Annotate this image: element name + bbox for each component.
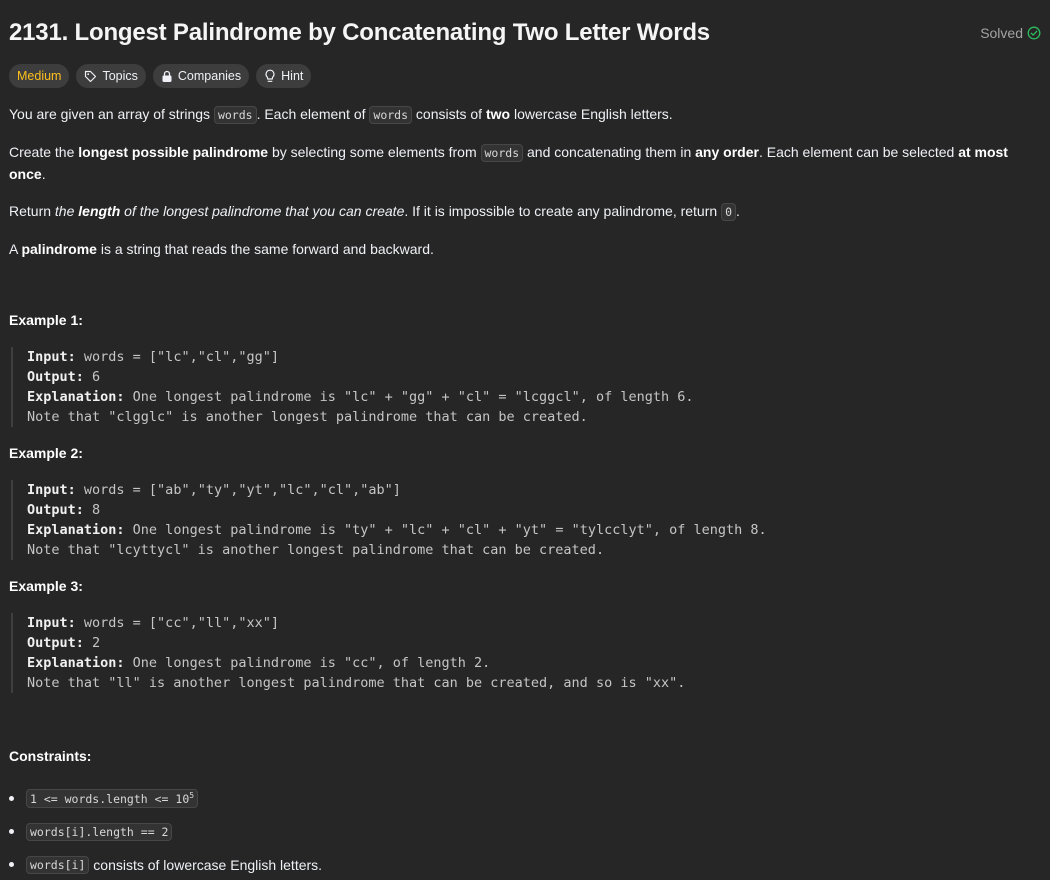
hint-button[interactable]: Hint <box>256 64 312 88</box>
difficulty-tag: Medium <box>9 64 70 88</box>
title-row: 2131. Longest Palindrome by Concatenatin… <box>9 16 1041 50</box>
problem-statement: You are given an array of strings words.… <box>9 104 1041 276</box>
bullet <box>9 829 14 834</box>
inline-code: words <box>480 144 524 162</box>
topics-button[interactable]: Topics <box>76 64 146 88</box>
check-circle-icon <box>1027 26 1041 40</box>
description-paragraph: You are given an array of strings words.… <box>9 106 673 124</box>
constraint-item: words[i] consists of lowercase English l… <box>9 848 322 880</box>
example-title: Example 3: <box>9 578 83 594</box>
tag-row: Medium Topics Companies Hint <box>9 64 312 88</box>
constraint-item: words[i].length == 2 <box>9 815 322 848</box>
example-title: Example 2: <box>9 445 83 461</box>
hint-label: Hint <box>281 69 304 83</box>
example-block: Input: words = ["lc","cl","gg"] Output: … <box>11 347 1027 427</box>
bullet <box>9 862 14 867</box>
inline-code: 0 <box>721 203 736 221</box>
constraint-item: 1 <= words.length <= 105 <box>9 782 322 815</box>
lock-icon <box>161 70 173 83</box>
problem-description-panel: 2131. Longest Palindrome by Concatenatin… <box>0 0 1050 880</box>
tag-icon <box>84 70 97 83</box>
solved-status: Solved <box>980 25 1041 41</box>
companies-label: Companies <box>177 69 242 83</box>
problem-title[interactable]: 2131. Longest Palindrome by Concatenatin… <box>9 19 710 47</box>
topics-label: Topics <box>102 69 138 83</box>
description-paragraph: Return the length of the longest palindr… <box>9 203 740 221</box>
solved-label: Solved <box>980 25 1023 41</box>
example-block: Input: words = ["cc","ll","xx"] Output: … <box>11 613 1027 693</box>
inline-code: words <box>213 106 257 124</box>
inline-code: words <box>369 106 413 124</box>
inline-code: words[i] <box>26 855 90 874</box>
bullet <box>9 796 14 801</box>
lightbulb-icon <box>264 69 276 83</box>
constraints-list: 1 <= words.length <= 105 words[i].length… <box>9 782 322 880</box>
inline-code: 1 <= words.length <= 105 <box>26 789 199 808</box>
description-paragraph: A palindrome is a string that reads the … <box>9 241 434 257</box>
example-block: Input: words = ["ab","ty","yt","lc","cl"… <box>11 480 1027 560</box>
description-paragraph: Create the longest possible palindrome b… <box>9 144 1008 182</box>
constraints-title: Constraints: <box>9 748 92 764</box>
inline-code: words[i].length == 2 <box>26 822 173 841</box>
example-title: Example 1: <box>9 312 83 328</box>
companies-button[interactable]: Companies <box>152 64 250 88</box>
